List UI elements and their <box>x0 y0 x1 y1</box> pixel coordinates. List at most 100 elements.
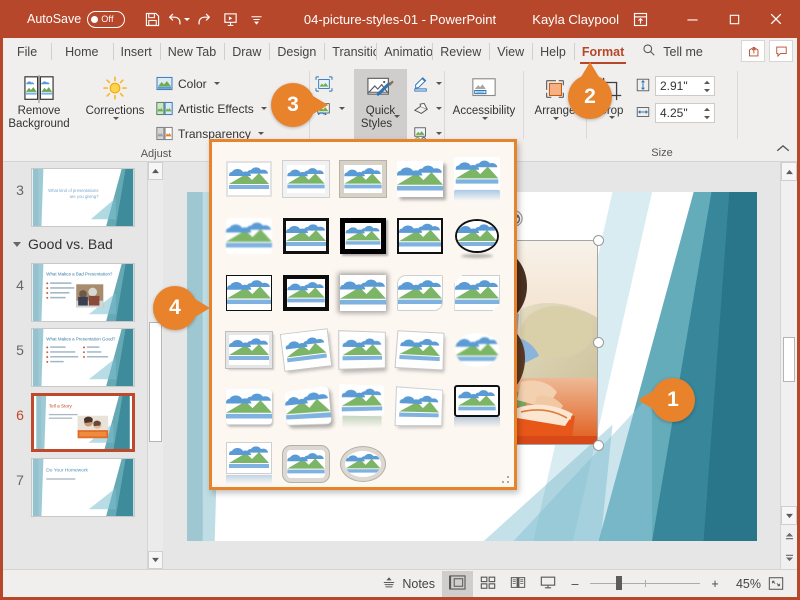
tab-design[interactable]: Design <box>269 38 324 65</box>
picture-border-caret[interactable] <box>436 82 442 85</box>
tell-me-box[interactable]: Tell me <box>632 38 713 65</box>
tab-view[interactable]: View <box>489 38 532 65</box>
transparency-caret[interactable] <box>258 132 264 135</box>
thumbnail-item[interactable]: 4 What Makes a Bad Presentation? <box>3 257 147 322</box>
zoom-track[interactable] <box>590 583 700 584</box>
picture-border-icon[interactable] <box>409 72 432 95</box>
scroll-down-arrow[interactable] <box>781 506 797 525</box>
close-button[interactable] <box>755 0 797 38</box>
tab-animations[interactable]: Animations <box>376 38 432 65</box>
gallery-item-27[interactable] <box>277 437 334 491</box>
resize-handle-e[interactable] <box>593 337 604 348</box>
crop-caret[interactable] <box>609 116 615 133</box>
tab-new-tab[interactable]: New Tab <box>160 38 224 65</box>
tab-insert[interactable]: Insert <box>113 38 160 65</box>
gallery-item-1[interactable] <box>220 152 277 206</box>
share-icon[interactable] <box>741 40 765 62</box>
picture-effects-caret[interactable] <box>436 107 442 110</box>
picture-effects-icon[interactable] <box>409 97 432 120</box>
artistic-effects-button[interactable]: Artistic Effects <box>154 96 267 121</box>
gallery-item-23[interactable] <box>334 380 391 434</box>
shape-height-input[interactable]: 2.91" <box>655 76 715 96</box>
scrollbar-thumb[interactable] <box>783 337 795 382</box>
gallery-item-18[interactable] <box>334 323 391 377</box>
gallery-item-8[interactable] <box>334 209 391 263</box>
section-header[interactable]: Good vs. Bad <box>3 227 147 257</box>
ribbon-display-options-icon[interactable] <box>627 6 653 32</box>
comment-icon[interactable] <box>769 40 793 62</box>
resize-handle-ne[interactable] <box>593 235 604 246</box>
picture-quick-styles-gallery[interactable] <box>209 139 517 490</box>
thumbnail-item[interactable]: 5 What Makes a Presentation Good? <box>3 322 147 387</box>
remove-background-button[interactable]: Remove Background <box>3 69 75 131</box>
gallery-item-15[interactable] <box>449 266 506 320</box>
notes-button[interactable]: Notes <box>375 571 442 597</box>
slide-thumbnail-pane[interactable]: 3 What kind of presentations are you giv… <box>3 162 163 569</box>
slide-thumb-4[interactable]: What Makes a Bad Presentation? <box>31 263 135 322</box>
compress-pictures-icon[interactable] <box>312 72 335 95</box>
next-slide-button[interactable] <box>781 547 797 569</box>
scroll-up-arrow[interactable] <box>781 162 797 181</box>
tab-help[interactable]: Help <box>532 38 574 65</box>
scroll-down-arrow[interactable] <box>148 551 163 569</box>
gallery-item-7[interactable] <box>277 209 334 263</box>
gallery-item-16[interactable] <box>220 323 277 377</box>
slide-thumb-7[interactable]: Do Your Homework <box>31 458 135 517</box>
color-caret[interactable] <box>214 82 220 85</box>
artistic-effects-caret[interactable] <box>261 107 267 110</box>
gallery-item-28[interactable] <box>334 437 391 491</box>
tab-review[interactable]: Review <box>432 38 489 65</box>
previous-slide-button[interactable] <box>781 525 797 547</box>
gallery-item-4[interactable] <box>392 152 449 206</box>
fit-slide-to-window-icon[interactable] <box>761 571 791 597</box>
arrange-caret[interactable] <box>553 117 559 134</box>
redo-icon[interactable] <box>191 6 217 32</box>
gallery-resize-grip[interactable] <box>502 476 510 484</box>
autosave-switch[interactable]: Off <box>87 11 125 28</box>
slide-vertical-scrollbar[interactable] <box>780 162 797 569</box>
thumbnail-scrollbar[interactable] <box>147 162 163 569</box>
gallery-item-14[interactable] <box>392 266 449 320</box>
gallery-item-9[interactable] <box>392 209 449 263</box>
restore-button[interactable] <box>713 0 755 38</box>
gallery-item-2[interactable] <box>277 152 334 206</box>
resize-handle-se[interactable] <box>593 440 604 451</box>
tab-draw[interactable]: Draw <box>224 38 269 65</box>
gallery-item-13[interactable] <box>334 266 391 320</box>
start-slideshow-icon[interactable] <box>217 6 243 32</box>
zoom-out-button[interactable]: – <box>567 571 583 597</box>
color-button[interactable]: Color <box>154 71 267 96</box>
gallery-item-20[interactable] <box>449 323 506 377</box>
gallery-item-19[interactable] <box>392 323 449 377</box>
scroll-up-arrow[interactable] <box>148 162 163 180</box>
gallery-item-3[interactable] <box>334 152 391 206</box>
thumbnail-item[interactable]: 6 Tell a Story <box>3 387 147 452</box>
gallery-item-25[interactable] <box>449 380 506 434</box>
gallery-item-24[interactable] <box>392 380 449 434</box>
format-tab[interactable]: Format <box>574 38 632 65</box>
gallery-item-10[interactable] <box>449 209 506 263</box>
collapse-ribbon-icon[interactable] <box>775 142 791 159</box>
tab-file[interactable]: File <box>3 38 51 65</box>
zoom-in-button[interactable]: + <box>707 571 723 597</box>
reading-view-button[interactable] <box>503 571 533 597</box>
thumbnail-item[interactable]: 3 What kind of presentations are you giv… <box>3 162 147 227</box>
autosave-toggle[interactable]: AutoSave Off <box>27 11 125 28</box>
gallery-item-6[interactable] <box>220 209 277 263</box>
thumbnail-item[interactable]: 7 Do Your Homework <box>3 452 147 517</box>
zoom-knob[interactable] <box>616 576 622 590</box>
slide-thumb-5[interactable]: What Makes a Presentation Good? <box>31 328 135 387</box>
zoom-percent[interactable]: 45% <box>727 577 761 591</box>
zoom-slider[interactable]: – + <box>563 571 727 597</box>
shape-width-spinner[interactable] <box>701 105 712 121</box>
accessibility-button[interactable]: Accessibility <box>447 69 521 134</box>
gallery-item-11[interactable] <box>220 266 277 320</box>
save-icon[interactable] <box>139 6 165 32</box>
gallery-item-5[interactable] <box>449 152 506 206</box>
gallery-item-26[interactable] <box>220 437 277 491</box>
picture-layout-caret[interactable] <box>436 132 442 135</box>
slideshow-button[interactable] <box>533 571 563 597</box>
gallery-item-21[interactable] <box>220 380 277 434</box>
quick-styles-caret[interactable] <box>394 115 400 130</box>
undo-icon[interactable] <box>165 6 191 32</box>
